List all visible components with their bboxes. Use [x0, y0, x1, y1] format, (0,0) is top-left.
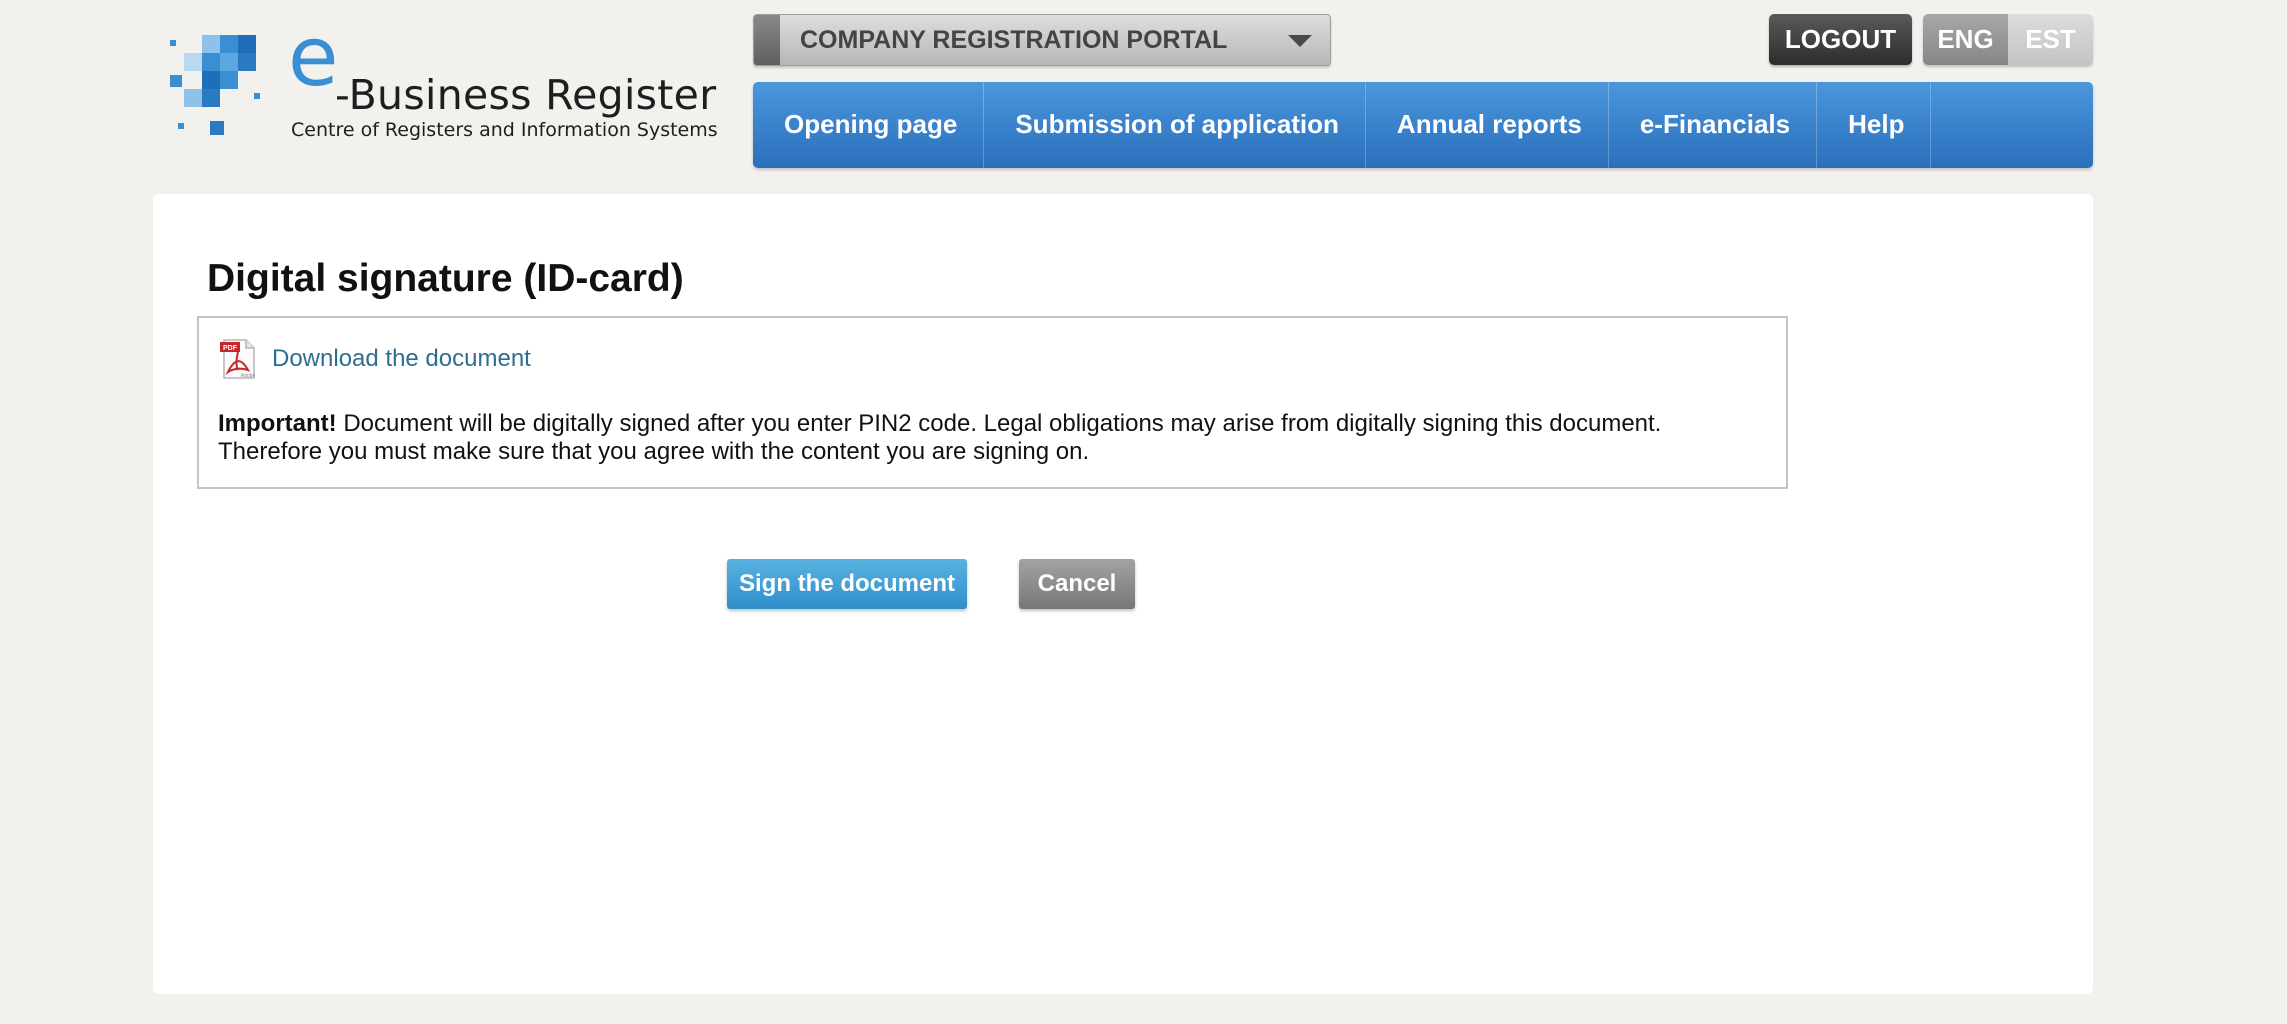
portal-select[interactable]: COMPANY REGISTRATION PORTAL [753, 14, 1331, 66]
chevron-down-icon [1288, 35, 1312, 47]
pdf-icon-caption: Adobe [241, 373, 256, 379]
download-document-link[interactable]: PDF Adobe Download the document [218, 338, 531, 380]
pdf-icon-badge: PDF [223, 345, 238, 352]
language-est-button[interactable]: EST [2008, 14, 2093, 65]
logout-button[interactable]: LOGOUT [1769, 14, 1912, 65]
nav-item-submission-of-application[interactable]: Submission of application [984, 82, 1366, 168]
logo-squares-icon [170, 35, 260, 135]
cancel-button[interactable]: Cancel [1019, 559, 1135, 609]
logo-subtitle: Centre of Registers and Information Syst… [291, 119, 718, 141]
page-title: Digital signature (ID-card) [207, 257, 684, 300]
notice-important-label: Important! [218, 410, 337, 437]
logo-letter: e [288, 10, 339, 105]
nav-item-help[interactable]: Help [1817, 82, 1932, 168]
nav-item-e-financials[interactable]: e-Financials [1609, 82, 1818, 168]
nav-item-opening-page[interactable]: Opening page [753, 82, 985, 168]
main-nav: Opening page Submission of application A… [753, 82, 2093, 168]
page: e -Business Register Centre of Registers… [0, 0, 2287, 1024]
portal-select-stripe [754, 15, 780, 65]
content-card: Digital signature (ID-card) PDF Adobe Do… [153, 194, 2093, 994]
nav-item-annual-reports[interactable]: Annual reports [1366, 82, 1609, 168]
logo-name: -Business Register [335, 71, 717, 119]
language-switcher: ENG EST [1923, 14, 2093, 65]
sign-document-button[interactable]: Sign the document [727, 559, 967, 609]
portal-select-label: COMPANY REGISTRATION PORTAL [800, 26, 1228, 54]
pdf-file-icon: PDF Adobe [220, 339, 256, 379]
e-business-register-logo[interactable]: e -Business Register Centre of Registers… [170, 17, 740, 145]
notice-line-1: Document will be digitally signed after … [336, 410, 1662, 437]
signing-notice: Important! Document will be digitally si… [218, 410, 1758, 466]
document-info-box: PDF Adobe Download the document Importan… [197, 316, 1788, 489]
language-eng-button[interactable]: ENG [1923, 14, 2008, 65]
notice-line-2: Therefore you must make sure that you ag… [218, 438, 1090, 465]
download-document-label: Download the document [272, 345, 531, 372]
